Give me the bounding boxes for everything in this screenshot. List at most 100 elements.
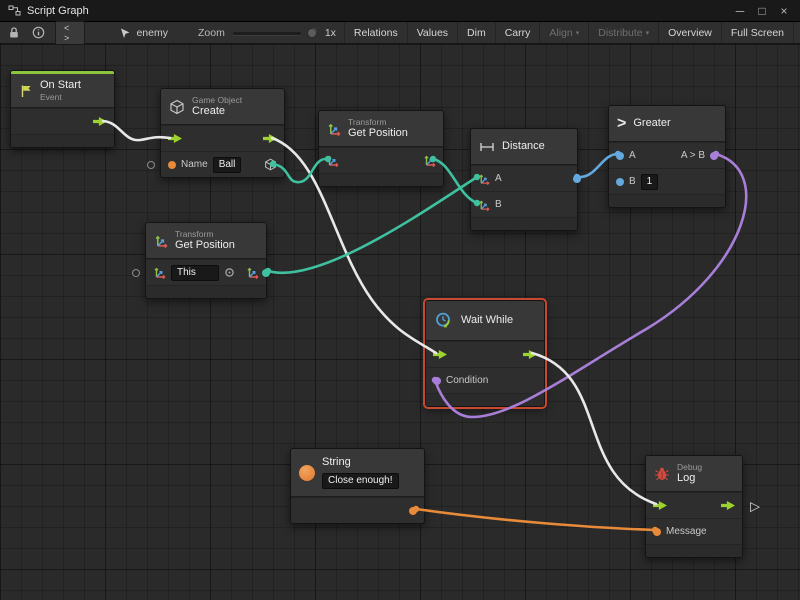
position-output-port-icon[interactable] [423,154,436,167]
result-port-label: A > B [681,150,705,161]
graph-context-breadcrumb[interactable]: enemy [119,27,168,39]
node-surtitle: Game Object [192,95,242,105]
node-wait-while[interactable]: Wait While Condition [425,300,545,407]
cube-icon [169,99,185,115]
a-input-port[interactable] [616,152,624,160]
transform-input-port-icon[interactable] [326,154,339,167]
full-screen-button[interactable]: Full Screen [721,22,793,43]
name-value-field[interactable]: Ball [213,157,242,173]
carry-button[interactable]: Carry [495,22,540,43]
wire-getposition-b-to-distance-a [268,177,477,273]
position-output-port-icon[interactable] [246,266,259,279]
vector-input-port-icon[interactable] [478,199,490,211]
node-title: Create [192,105,242,118]
zoom-slider[interactable] [233,26,302,40]
close-button[interactable]: × [776,4,792,18]
carry-indicator-icon: ▷ [750,499,760,512]
node-game-object-create[interactable]: Game Object Create Name Ball [160,88,285,178]
flow-out-port[interactable] [523,350,537,359]
zoom-label: Zoom [198,27,225,39]
script-graph-window: Script Graph ─ □ × < > enemy Zoom 1x Rel… [0,0,800,600]
node-greater[interactable]: > Greater A A > B B 1 [608,105,726,208]
flow-out-port[interactable] [93,117,107,126]
node-title: On Start [40,79,81,92]
toolbar-button-group: Relations Values Dim Carry Align▾ Distri… [344,22,794,43]
port-label: A [495,173,502,184]
flow-in-port[interactable] [653,501,667,510]
align-button[interactable]: Align▾ [539,22,588,43]
code-preview-toggle[interactable]: < > [55,21,85,45]
greater-than-icon: > [617,116,626,132]
node-footer [319,173,443,186]
port-label: B [629,176,636,187]
message-input-port[interactable] [653,528,661,536]
name-input-port[interactable] [168,161,176,169]
port-label: Name [181,159,208,170]
string-value-field[interactable]: Close enough! [322,473,399,489]
chevron-down-icon: ▾ [576,30,580,37]
wait-clock-icon [434,311,454,331]
node-subtitle: Event [40,92,81,102]
target-value-field[interactable]: This [171,265,219,281]
node-title: Get Position [348,127,408,140]
distance-result-port[interactable] [573,175,581,183]
relations-button[interactable]: Relations [344,22,407,43]
node-surtitle: Debug [677,462,702,472]
zoom-value: 1x [325,27,336,39]
bug-icon [654,467,670,481]
dim-button[interactable]: Dim [457,22,495,43]
node-debug-log[interactable]: Debug Log ▷ Message [645,455,743,558]
overview-button[interactable]: Overview [658,22,721,43]
node-get-position-a[interactable]: Transform Get Position [318,110,444,187]
node-footer [11,134,114,147]
port-label: Message [666,526,707,537]
flow-in-port[interactable] [168,134,182,143]
result-output-port[interactable] [710,152,718,160]
wire-string-to-log-message [416,509,655,530]
port-row: Message [646,518,742,544]
object-picker-icon[interactable] [224,267,235,278]
node-get-position-b[interactable]: Transform Get Position This [145,222,267,299]
game-object-output-port-icon[interactable] [264,158,277,171]
port-row: This [146,259,266,285]
port-row: ▷ [646,492,742,518]
b-input-port[interactable] [616,178,624,186]
flag-icon [19,84,33,98]
values-button[interactable]: Values [407,22,457,43]
node-surtitle: Transform [175,229,235,239]
position-output-port[interactable] [262,269,270,277]
unconnected-port-icon [147,161,155,169]
flow-in-port[interactable] [433,350,447,359]
node-string[interactable]: String Close enough! [290,448,425,524]
flow-out-port[interactable] [263,134,277,143]
port-row: A [471,165,577,191]
vector-input-port-icon[interactable] [478,173,490,185]
chevron-down-icon: ▾ [646,30,650,37]
port-row [319,147,443,173]
node-distance[interactable]: Distance A B [470,128,578,231]
node-title: Wait While [461,314,513,327]
port-label: A [629,150,636,161]
graph-context-name: enemy [136,27,168,39]
zoom-slider-handle[interactable] [307,28,317,38]
node-on-start-event[interactable]: On Start Event [10,70,115,148]
pointer-icon [119,27,131,39]
info-icon[interactable] [30,26,47,39]
condition-input-port[interactable] [433,377,441,385]
port-row: A A > B [609,142,725,168]
node-title: Distance [502,140,545,153]
transform-input-port-icon[interactable] [153,266,166,279]
minimize-button[interactable]: ─ [732,4,748,18]
distribute-button[interactable]: Distribute▾ [588,22,658,43]
b-value-field[interactable]: 1 [641,174,659,190]
graph-canvas[interactable]: On Start Event Game Object Create [0,44,800,600]
port-row [161,125,284,151]
node-footer [426,393,544,406]
node-surtitle: Transform [348,117,408,127]
lock-icon[interactable] [6,26,22,39]
port-row [291,497,424,523]
string-output-port[interactable] [409,507,417,515]
maximize-button[interactable]: □ [754,4,770,18]
flow-out-port[interactable] [721,501,735,510]
port-row: B 1 [609,168,725,194]
